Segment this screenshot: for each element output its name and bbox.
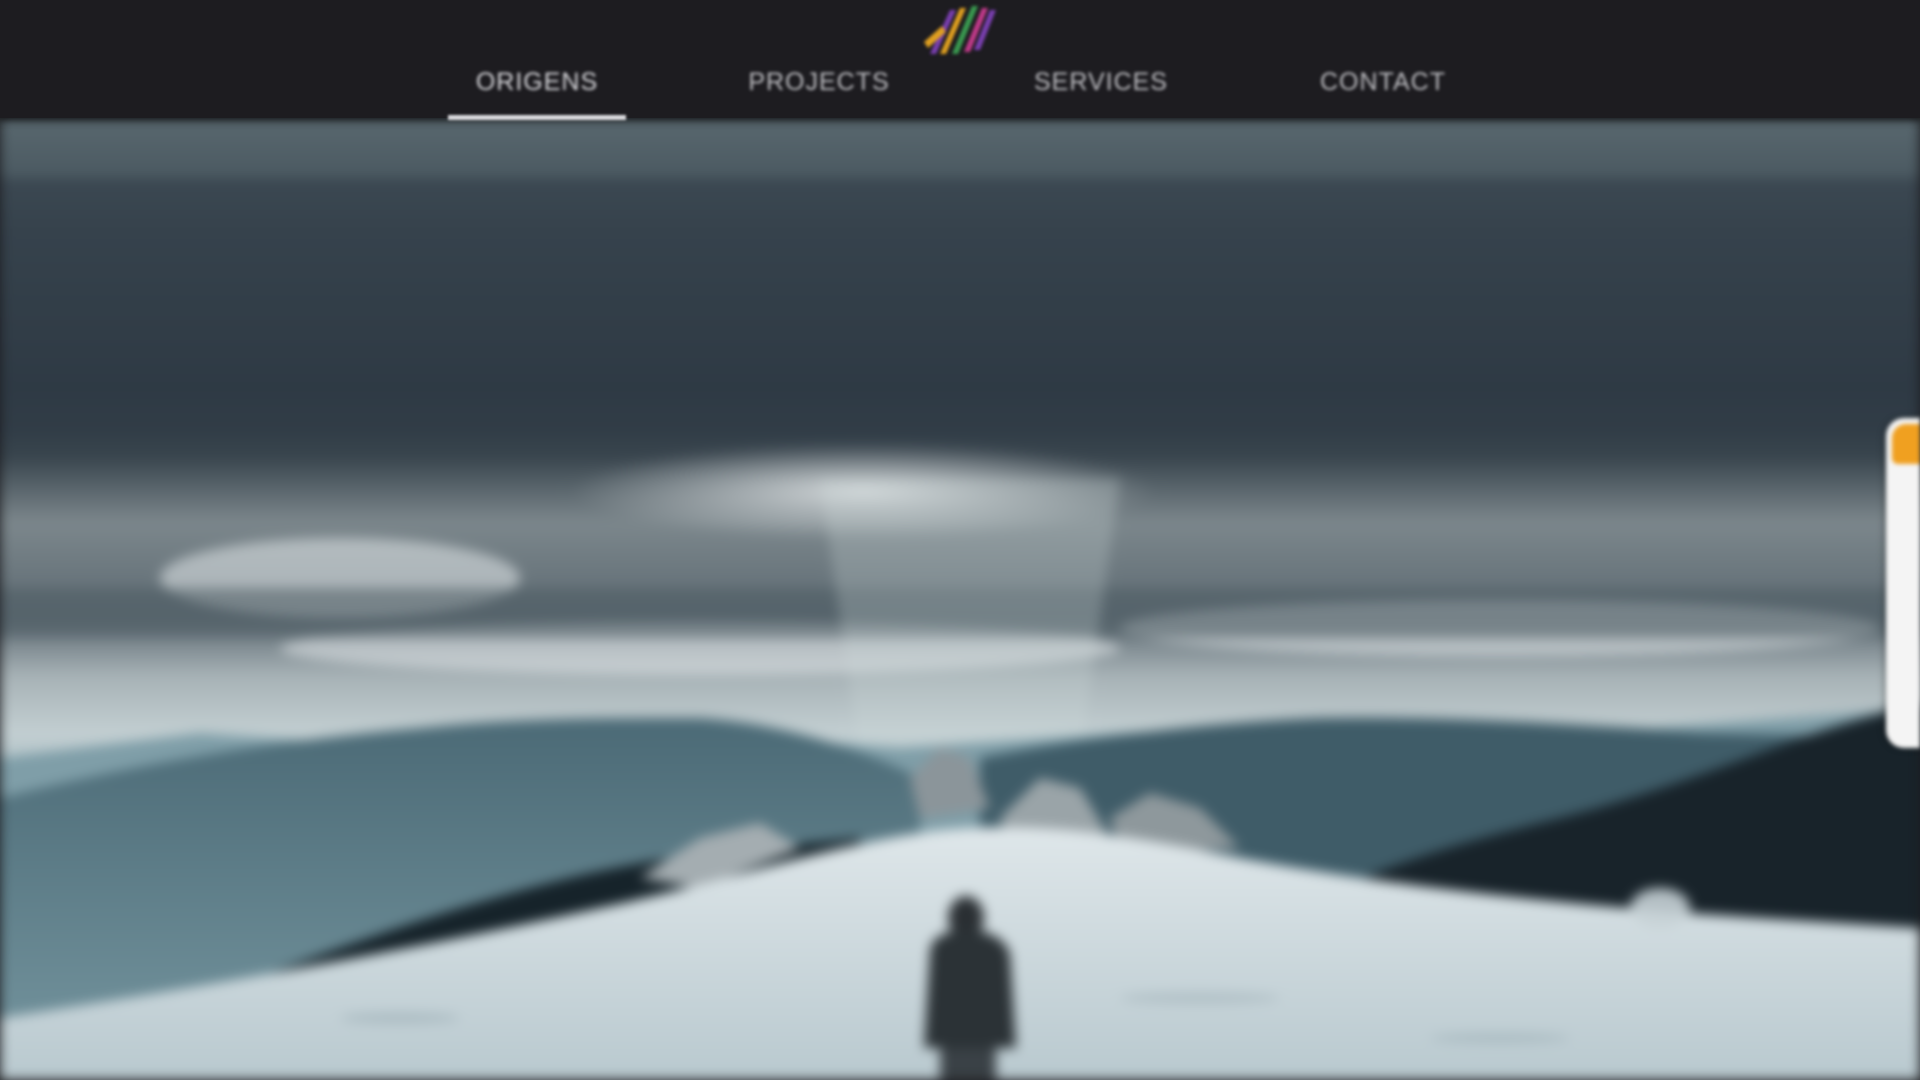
main-nav: ORIGENS PROJECTS SERVICES CONTACT [0, 0, 1920, 120]
site-header: ORIGENS PROJECTS SERVICES CONTACT [0, 0, 1920, 120]
page: ORIGENS PROJECTS SERVICES CONTACT [0, 0, 1920, 1080]
hero-landscape [0, 118, 1920, 1080]
nav-item-label: ORIGENS [475, 68, 599, 96]
nav-item-label: SERVICES [1034, 68, 1168, 96]
nav-item-origens[interactable]: ORIGENS [448, 68, 626, 118]
tab-accent-icon [1892, 424, 1920, 464]
nav-item-projects[interactable]: PROJECTS [730, 68, 908, 118]
hero-image [0, 118, 1920, 1080]
side-feedback-tab[interactable] [1886, 418, 1920, 748]
nav-item-services[interactable]: SERVICES [1012, 68, 1190, 118]
nav-item-contact[interactable]: CONTACT [1294, 68, 1472, 118]
nav-item-label: PROJECTS [748, 68, 890, 96]
nav-item-label: CONTACT [1320, 68, 1446, 96]
tab-label [1890, 478, 1916, 738]
active-nav-indicator [448, 115, 626, 120]
